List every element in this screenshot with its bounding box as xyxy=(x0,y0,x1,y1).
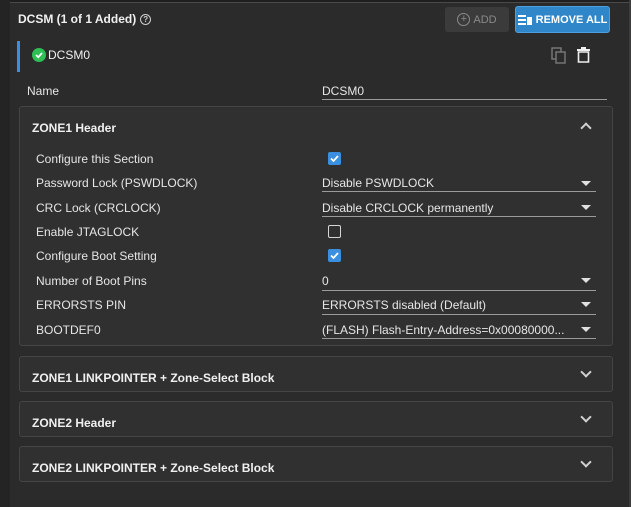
plus-circle-icon: + xyxy=(457,13,471,26)
add-button[interactable]: + ADD xyxy=(445,7,509,32)
left-rail xyxy=(0,0,10,507)
pswdlock-label: Password Lock (PSWDLOCK) xyxy=(36,176,198,190)
zone2-header-title: ZONE2 Header xyxy=(32,416,117,430)
dropdown-arrow-icon xyxy=(581,302,591,307)
crclock-label: CRC Lock (CRCLOCK) xyxy=(36,201,161,215)
pswdlock-underline xyxy=(322,191,596,192)
module-title: DCSM (1 of 1 Added) xyxy=(18,12,137,26)
zone2-linkpointer-panel[interactable]: ZONE2 LINKPOINTER + Zone-Select Block xyxy=(19,446,613,482)
crclock-select[interactable]: Disable CRCLOCK permanently xyxy=(322,201,570,215)
chevron-down-icon xyxy=(580,411,592,423)
dropdown-arrow-icon xyxy=(581,181,591,186)
errorsts-underline xyxy=(322,314,596,315)
dropdown-arrow-icon xyxy=(581,278,591,283)
jtaglock-label: Enable JTAGLOCK xyxy=(36,225,140,239)
errorsts-select[interactable]: ERRORSTS disabled (Default) xyxy=(322,298,570,312)
dropdown-arrow-icon xyxy=(581,205,591,210)
zone1-header-toggle[interactable]: ZONE1 Header xyxy=(20,107,612,145)
configure-section-label: Configure this Section xyxy=(36,152,154,166)
help-icon[interactable]: ? xyxy=(140,13,152,25)
chevron-down-icon xyxy=(580,366,592,378)
name-input-underline xyxy=(322,99,607,100)
jtaglock-checkbox[interactable] xyxy=(328,225,341,238)
zone1-linkpointer-title: ZONE1 LINKPOINTER + Zone-Select Block xyxy=(32,371,275,385)
bootdef0-select[interactable]: (FLASH) Flash-Entry-Address=0x00080000..… xyxy=(322,323,570,337)
boot-pins-label: Number of Boot Pins xyxy=(36,274,147,288)
bootdef0-underline xyxy=(322,338,596,339)
top-divider xyxy=(10,0,631,3)
copy-icon[interactable] xyxy=(551,47,567,64)
zone1-header-title: ZONE1 Header xyxy=(32,121,117,135)
crclock-underline xyxy=(322,216,596,217)
pswdlock-select[interactable]: Disable PSWDLOCK xyxy=(322,176,570,190)
name-label: Name xyxy=(27,84,60,98)
errorsts-label: ERRORSTS PIN xyxy=(36,298,127,312)
zone2-header-panel[interactable]: ZONE2 Header xyxy=(19,401,613,437)
chevron-up-icon xyxy=(580,122,592,134)
boot-pins-select[interactable]: 0 xyxy=(322,274,570,288)
boot-pins-underline xyxy=(322,290,596,291)
dropdown-arrow-icon xyxy=(581,327,591,332)
configure-section-checkbox[interactable] xyxy=(328,152,341,165)
zone1-linkpointer-panel[interactable]: ZONE1 LINKPOINTER + Zone-Select Block xyxy=(19,356,613,392)
boot-setting-label: Configure Boot Setting xyxy=(36,249,157,263)
check-circle-icon xyxy=(32,48,46,62)
add-button-label: ADD xyxy=(473,13,497,26)
remove-all-button[interactable]: REMOVE ALL xyxy=(515,6,610,33)
selected-indicator xyxy=(17,41,20,72)
remove-list-icon xyxy=(517,14,532,25)
trash-icon[interactable] xyxy=(577,47,590,63)
chevron-down-icon xyxy=(580,456,592,468)
remove-all-label: REMOVE ALL xyxy=(535,13,608,26)
boot-setting-checkbox[interactable] xyxy=(328,249,341,262)
module-header: DCSM (1 of 1 Added) ? xyxy=(18,12,152,26)
zone2-linkpointer-title: ZONE2 LINKPOINTER + Zone-Select Block xyxy=(32,461,275,475)
bootdef0-label: BOOTDEF0 xyxy=(36,323,101,337)
name-input[interactable]: DCSM0 xyxy=(322,84,364,98)
instance-item[interactable]: DCSM0 xyxy=(32,48,90,62)
instance-name: DCSM0 xyxy=(48,48,91,62)
